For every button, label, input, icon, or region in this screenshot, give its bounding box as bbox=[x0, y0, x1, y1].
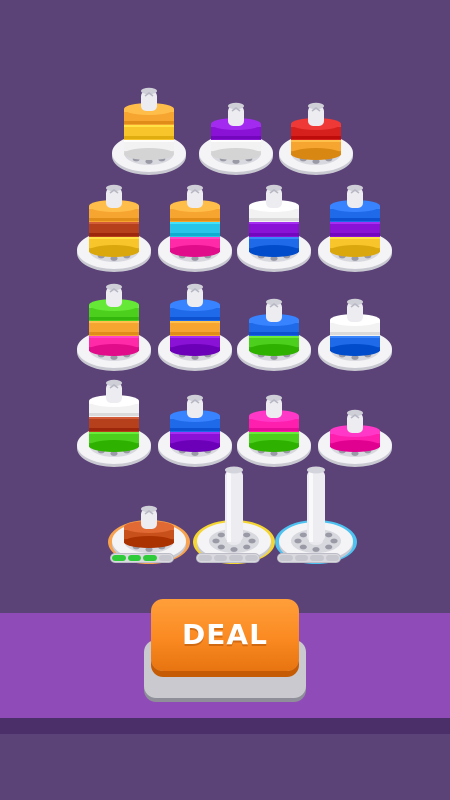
spool-hole bbox=[294, 538, 302, 544]
spool-r1c1[interactable] bbox=[106, 66, 192, 178]
spool-hole bbox=[230, 547, 238, 552]
progress-segment bbox=[143, 555, 157, 561]
progress-segment bbox=[325, 555, 339, 561]
spool-hole bbox=[325, 544, 333, 550]
thread-shade bbox=[249, 332, 299, 335]
spool-r2c3[interactable] bbox=[231, 163, 317, 275]
spool-hole bbox=[330, 538, 338, 544]
thread-shade bbox=[211, 136, 261, 139]
spool-hole bbox=[299, 532, 307, 538]
thread-shade bbox=[124, 136, 174, 139]
spool-r2c1[interactable] bbox=[71, 163, 157, 275]
progress-segment bbox=[213, 555, 227, 561]
thread-bottom bbox=[249, 440, 299, 452]
thread-bottom bbox=[89, 344, 139, 356]
thread-bottom bbox=[89, 440, 139, 452]
progress-segment bbox=[244, 555, 258, 561]
spool-pole-cap bbox=[307, 466, 325, 474]
progress-segment bbox=[112, 555, 126, 561]
thread-bottom bbox=[124, 536, 174, 548]
thread-bottom bbox=[330, 245, 380, 257]
spool-r5c2[interactable] bbox=[191, 454, 277, 566]
spool-hole bbox=[217, 544, 225, 550]
thread-shade bbox=[330, 332, 380, 335]
thread-shade bbox=[170, 317, 220, 320]
progress-bar-1 bbox=[110, 553, 174, 563]
spool-hole bbox=[243, 532, 251, 538]
spool-hole bbox=[212, 538, 220, 544]
thread-shade bbox=[330, 218, 380, 221]
spool-r1c3[interactable] bbox=[273, 66, 359, 178]
thread-shade bbox=[89, 428, 139, 431]
progress-segment bbox=[198, 555, 212, 561]
progress-segment bbox=[310, 555, 324, 561]
thread-bottom bbox=[249, 344, 299, 356]
progress-segment bbox=[229, 555, 243, 561]
thread-bottom bbox=[330, 440, 380, 452]
progress-segment bbox=[158, 555, 172, 561]
thread-bottom bbox=[249, 245, 299, 257]
thread-shade bbox=[89, 218, 139, 221]
spool-hole bbox=[312, 547, 320, 552]
spool-hole bbox=[248, 538, 256, 544]
spool-r1c2[interactable] bbox=[193, 66, 279, 178]
thread-bottom bbox=[124, 148, 174, 160]
thread-shade bbox=[124, 121, 174, 124]
thread-bottom bbox=[291, 148, 341, 160]
thread-shade bbox=[170, 233, 220, 236]
spool-hole bbox=[217, 532, 225, 538]
thread-shade bbox=[170, 428, 220, 431]
spool-r3c4[interactable] bbox=[312, 163, 398, 275]
deal-button[interactable]: DEAL bbox=[151, 599, 299, 671]
spool-hole bbox=[243, 544, 251, 550]
thread-shade bbox=[89, 233, 139, 236]
thread-shade bbox=[330, 233, 380, 236]
thread-shade bbox=[291, 136, 341, 139]
progress-segment bbox=[127, 555, 141, 561]
spool-hole bbox=[325, 532, 333, 538]
thread-shade bbox=[249, 428, 299, 431]
progress-bar-3 bbox=[277, 553, 341, 563]
progress-segment bbox=[279, 555, 293, 561]
thread-shade bbox=[249, 218, 299, 221]
deal-stripe-shadow bbox=[0, 718, 450, 734]
thread-shade bbox=[170, 332, 220, 335]
thread-shade bbox=[89, 332, 139, 335]
thread-bottom bbox=[170, 440, 220, 452]
spool-pole-highlight bbox=[227, 470, 231, 542]
spool-r5c3[interactable] bbox=[273, 454, 359, 566]
spool-hole bbox=[299, 544, 307, 550]
thread-bottom bbox=[170, 245, 220, 257]
thread-shade bbox=[249, 233, 299, 236]
spool-r2c2[interactable] bbox=[152, 163, 238, 275]
spool-pole-highlight bbox=[309, 470, 313, 542]
progress-bar-2 bbox=[196, 553, 260, 563]
thread-shade bbox=[170, 218, 220, 221]
thread-bottom bbox=[89, 245, 139, 257]
thread-bottom bbox=[330, 344, 380, 356]
deal-button-label: DEAL bbox=[182, 618, 268, 651]
thread-bottom bbox=[211, 148, 261, 160]
thread-shade bbox=[89, 317, 139, 320]
progress-segment bbox=[294, 555, 308, 561]
spool-pole-cap bbox=[225, 466, 243, 474]
thread-bottom bbox=[170, 344, 220, 356]
thread-shade bbox=[89, 413, 139, 416]
spool-r5c1[interactable] bbox=[106, 454, 192, 566]
